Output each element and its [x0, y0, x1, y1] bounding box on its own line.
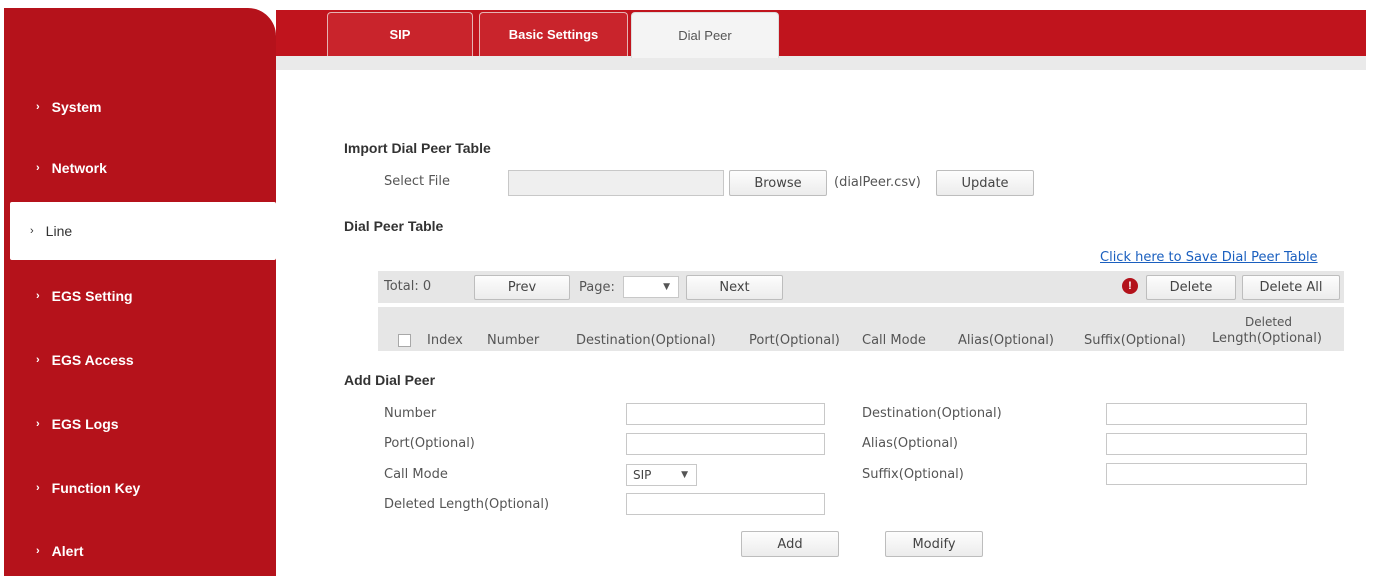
delete-all-button[interactable]: Delete All [1242, 275, 1340, 300]
next-page-button[interactable]: Next [686, 275, 783, 300]
prev-page-button[interactable]: Prev [474, 275, 570, 300]
select-file-label: Select File [384, 174, 450, 189]
column-header-index: Index [427, 333, 463, 348]
tab-dial-peer[interactable]: Dial Peer [631, 12, 779, 58]
tab-sip[interactable]: SIP [327, 12, 473, 56]
alias-label: Alias(Optional) [862, 436, 958, 451]
add-button[interactable]: Add [741, 531, 839, 557]
call-mode-select[interactable]: SIP ▼ [626, 464, 697, 486]
column-header-deleted-line2: Length(Optional) [1212, 331, 1322, 346]
tab-basic-settings[interactable]: Basic Settings [479, 12, 628, 56]
sidebar: › System › Network › Line › EGS Setting › EGS… [4, 8, 276, 576]
destination-input[interactable] [1106, 403, 1307, 425]
chevron-right-icon: › [36, 482, 40, 494]
dropdown-arrow-icon: ▼ [681, 470, 688, 480]
number-label: Number [384, 406, 437, 421]
sidebar-item-label: System [51, 99, 102, 115]
sidebar-item-label: EGS Logs [51, 416, 119, 432]
sidebar-item-network[interactable]: › Network [4, 139, 276, 197]
sidebar-item-label: Function Key [51, 480, 141, 496]
sidebar-item-label: Line [45, 223, 73, 239]
number-input[interactable] [626, 403, 825, 425]
call-mode-label: Call Mode [384, 467, 448, 482]
chevron-right-icon: › [30, 225, 34, 237]
column-header-deleted-line1: Deleted [1245, 315, 1293, 329]
chevron-right-icon: › [36, 162, 40, 174]
sidebar-item-system[interactable]: › System [4, 78, 276, 136]
chevron-right-icon: › [36, 545, 40, 557]
column-header-destination: Destination(Optional) [576, 333, 716, 348]
add-dial-peer-title: Add Dial Peer [344, 372, 436, 388]
page-label: Page: [579, 280, 615, 295]
column-header-suffix: Suffix(Optional) [1084, 333, 1186, 348]
sidebar-item-alert[interactable]: › Alert [4, 522, 276, 576]
column-header-alias: Alias(Optional) [958, 333, 1054, 348]
page-select[interactable]: ▼ [623, 276, 679, 298]
chevron-right-icon: › [36, 290, 40, 302]
sidebar-item-line[interactable]: › Line [10, 202, 276, 260]
port-label: Port(Optional) [384, 436, 475, 451]
file-path-input[interactable] [508, 170, 724, 196]
dropdown-arrow-icon: ▼ [663, 282, 670, 292]
sidebar-item-label: EGS Access [51, 352, 134, 368]
call-mode-value: SIP [633, 468, 652, 482]
sidebar-item-label: Alert [51, 543, 84, 559]
column-header-number: Number [487, 333, 540, 348]
select-all-checkbox[interactable] [398, 334, 411, 347]
deleted-length-input[interactable] [626, 493, 825, 515]
browse-button[interactable]: Browse [729, 170, 827, 196]
warning-icon: ! [1122, 278, 1138, 294]
suffix-label: Suffix(Optional) [862, 467, 964, 482]
column-header-call-mode: Call Mode [862, 333, 926, 348]
chevron-right-icon: › [36, 354, 40, 366]
sidebar-item-egs-setting[interactable]: › EGS Setting [4, 267, 276, 325]
column-header-port: Port(Optional) [749, 333, 840, 348]
destination-label: Destination(Optional) [862, 406, 1002, 421]
import-section-title: Import Dial Peer Table [344, 140, 491, 156]
dial-peer-table-title: Dial Peer Table [344, 218, 444, 234]
sidebar-item-label: Network [51, 160, 107, 176]
delete-button[interactable]: Delete [1146, 275, 1236, 300]
chevron-right-icon: › [36, 101, 40, 113]
modify-button[interactable]: Modify [885, 531, 983, 557]
sidebar-item-function-key[interactable]: › Function Key [4, 459, 276, 517]
file-name-hint: (dialPeer.csv) [834, 175, 921, 190]
deleted-length-label: Deleted Length(Optional) [384, 497, 550, 512]
sidebar-item-egs-logs[interactable]: › EGS Logs [4, 395, 276, 453]
sidebar-item-label: EGS Setting [51, 288, 133, 304]
port-input[interactable] [626, 433, 825, 455]
alias-input[interactable] [1106, 433, 1307, 455]
chevron-right-icon: › [36, 418, 40, 430]
update-button[interactable]: Update [936, 170, 1034, 196]
suffix-input[interactable] [1106, 463, 1307, 485]
sidebar-item-egs-access[interactable]: › EGS Access [4, 331, 276, 389]
tab-underline-bar [276, 56, 1366, 70]
total-count: Total: 0 [384, 279, 432, 294]
save-dial-peer-table-link[interactable]: Click here to Save Dial Peer Table [1100, 250, 1318, 265]
